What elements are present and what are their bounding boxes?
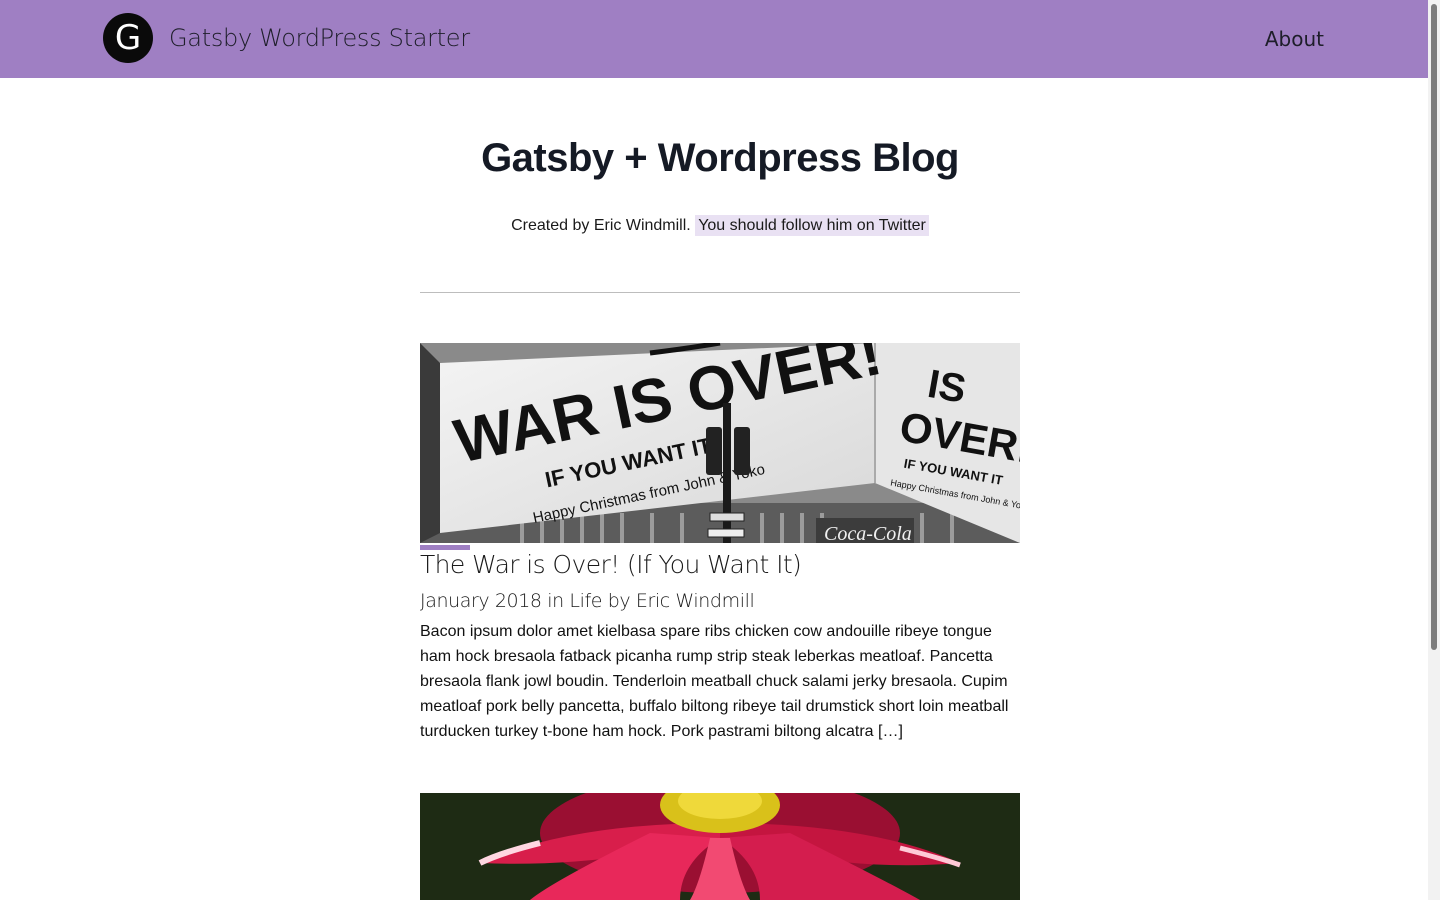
logo-letter: G — [114, 18, 142, 58]
divider — [420, 292, 1020, 293]
scrollbar-thumb[interactable] — [1431, 4, 1437, 650]
post-featured-image[interactable]: WAR IS OVER! IF YOU WANT IT Happy Christ… — [420, 343, 1020, 543]
page-scrollbar[interactable] — [1428, 0, 1440, 900]
created-by-text: Created by Eric Windmill. — [511, 217, 691, 234]
flower-icon — [420, 793, 1020, 900]
sign-right-is: IS — [924, 362, 969, 412]
site-header: G Gatsby WordPress Starter About — [0, 0, 1428, 78]
coca-cola-ad: Coca-Cola — [824, 523, 912, 543]
post-meta: January 2018 in Life by Eric Windmill — [420, 590, 755, 612]
post-featured-image-2[interactable] — [420, 793, 1020, 900]
site-title-link[interactable]: Gatsby WordPress Starter — [169, 24, 470, 52]
post-title-link[interactable]: The War is Over! (If You Want It) — [420, 550, 802, 579]
page-title: Gatsby + Wordpress Blog — [481, 136, 959, 180]
nav-about-link[interactable]: About — [1265, 27, 1324, 51]
site-logo[interactable]: G — [103, 13, 153, 63]
twitter-link[interactable]: You should follow him on Twitter — [695, 215, 929, 236]
author-line: Created by Eric Windmill. You should fol… — [300, 215, 1140, 236]
post-excerpt: Bacon ipsum dolor amet kielbasa spare ri… — [420, 623, 1009, 740]
